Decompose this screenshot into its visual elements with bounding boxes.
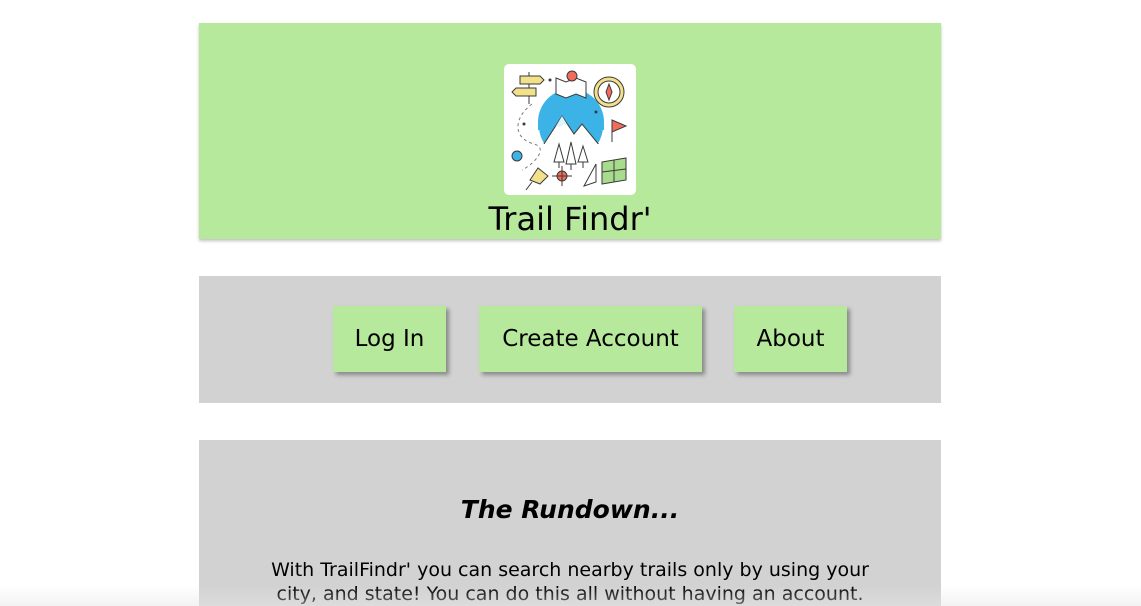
rundown-title: The Rundown... — [460, 495, 680, 524]
logo — [504, 64, 636, 195]
trail-map-illustration-icon — [511, 70, 628, 191]
login-button[interactable]: Log In — [333, 306, 446, 372]
nav-panel: Log In Create Account About — [199, 276, 941, 403]
site-header: Trail Findr' — [199, 23, 941, 239]
create-account-button[interactable]: Create Account — [479, 306, 702, 372]
rundown-text: With TrailFindr' you can search nearby t… — [271, 559, 869, 605]
rundown-panel: The Rundown... With TrailFindr' you can … — [199, 440, 941, 606]
site-title: Trail Findr' — [488, 200, 652, 238]
page: Trail Findr' Log In Create Account About… — [0, 0, 1141, 606]
about-button[interactable]: About — [734, 306, 847, 372]
